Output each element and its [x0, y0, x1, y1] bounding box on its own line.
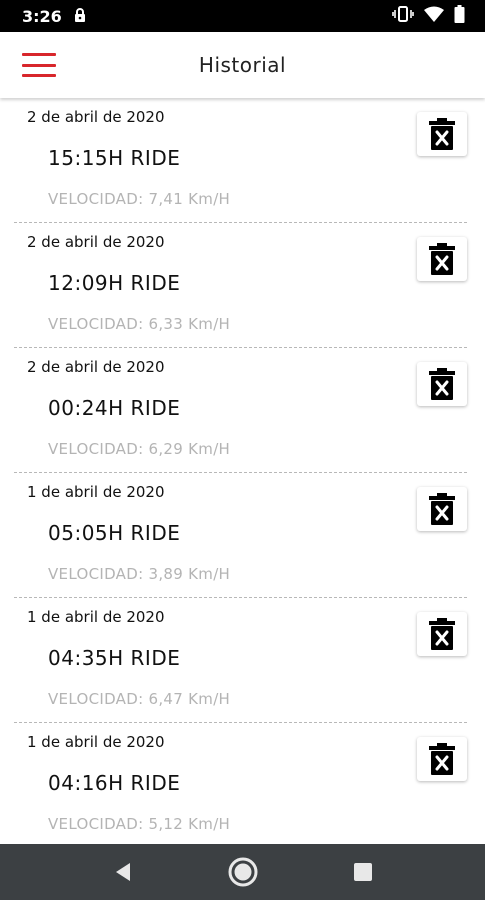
- list-item[interactable]: 2 de abril de 2020 15:15H RIDE VELOCIDAD…: [14, 98, 467, 223]
- ride-title: 15:15H RIDE: [48, 146, 181, 170]
- ride-date: 1 de abril de 2020: [27, 483, 165, 501]
- delete-bin-icon: [429, 243, 455, 275]
- ride-date: 2 de abril de 2020: [27, 108, 165, 126]
- delete-bin-icon: [429, 493, 455, 525]
- list-item[interactable]: 1 de abril de 2020 04:16H RIDE VELOCIDAD…: [14, 723, 467, 844]
- delete-button[interactable]: [417, 237, 467, 281]
- ride-history-list[interactable]: 2 de abril de 2020 15:15H RIDE VELOCIDAD…: [0, 98, 485, 844]
- ride-speed: VELOCIDAD: 6,33 Km/H: [48, 315, 231, 333]
- list-item[interactable]: 2 de abril de 2020 12:09H RIDE VELOCIDAD…: [14, 223, 467, 348]
- battery-icon: [454, 5, 465, 27]
- hamburger-menu-icon[interactable]: [22, 53, 56, 77]
- delete-bin-icon: [429, 618, 455, 650]
- delete-button[interactable]: [417, 612, 467, 656]
- list-item[interactable]: 1 de abril de 2020 04:35H RIDE VELOCIDAD…: [14, 598, 467, 723]
- system-nav-bar: [0, 844, 485, 900]
- list-item[interactable]: 2 de abril de 2020 00:24H RIDE VELOCIDAD…: [14, 348, 467, 473]
- ride-date: 1 de abril de 2020: [27, 733, 165, 751]
- lock-icon: [74, 7, 86, 26]
- home-icon[interactable]: [223, 852, 263, 892]
- delete-button[interactable]: [417, 487, 467, 531]
- ride-title: 12:09H RIDE: [48, 271, 181, 295]
- delete-button[interactable]: [417, 362, 467, 406]
- recents-icon[interactable]: [343, 852, 383, 892]
- ride-title: 04:35H RIDE: [48, 646, 181, 670]
- delete-bin-icon: [429, 743, 455, 775]
- delete-bin-icon: [429, 118, 455, 150]
- delete-button[interactable]: [417, 112, 467, 156]
- ride-speed: VELOCIDAD: 7,41 Km/H: [48, 190, 231, 208]
- ride-speed: VELOCIDAD: 6,47 Km/H: [48, 690, 231, 708]
- ride-date: 1 de abril de 2020: [27, 608, 165, 626]
- status-time: 3:26: [22, 6, 62, 26]
- status-right: [392, 5, 465, 27]
- page-title: Historial: [198, 53, 287, 77]
- delete-bin-icon: [429, 368, 455, 400]
- vibrate-icon: [392, 6, 414, 26]
- app-bar: Historial: [0, 32, 485, 98]
- ride-title: 00:24H RIDE: [48, 396, 181, 420]
- ride-speed: VELOCIDAD: 3,89 Km/H: [48, 565, 231, 583]
- list-item[interactable]: 1 de abril de 2020 05:05H RIDE VELOCIDAD…: [14, 473, 467, 598]
- back-icon[interactable]: [103, 852, 143, 892]
- status-bar: 3:26: [0, 0, 485, 32]
- ride-title: 04:16H RIDE: [48, 771, 181, 795]
- delete-button[interactable]: [417, 737, 467, 781]
- status-left: 3:26: [22, 7, 86, 26]
- ride-speed: VELOCIDAD: 5,12 Km/H: [48, 815, 231, 833]
- ride-title: 05:05H RIDE: [48, 521, 181, 545]
- ride-date: 2 de abril de 2020: [27, 233, 165, 251]
- ride-date: 2 de abril de 2020: [27, 358, 165, 376]
- wifi-icon: [424, 6, 444, 26]
- ride-speed: VELOCIDAD: 6,29 Km/H: [48, 440, 231, 458]
